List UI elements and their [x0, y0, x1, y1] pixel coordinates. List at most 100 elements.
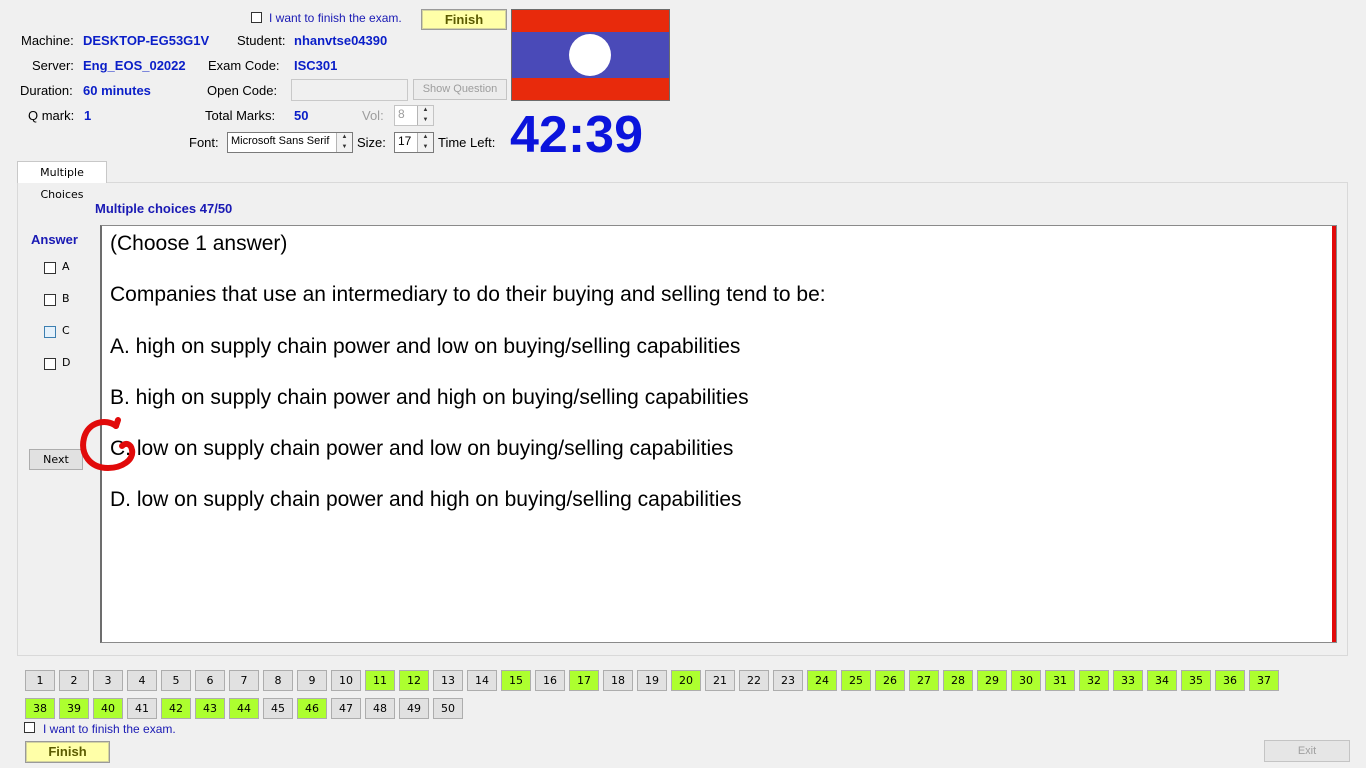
question-nav-button[interactable]: 4: [127, 670, 157, 691]
scroll-indicator-bar: [1332, 226, 1336, 642]
font-label: Font:: [189, 135, 219, 150]
server-value: Eng_EOS_02022: [83, 58, 186, 73]
choice-d-text: D. low on supply chain power and high on…: [110, 488, 742, 511]
machine-value: DESKTOP-EG53G1V: [83, 33, 210, 48]
question-nav-button[interactable]: 13: [433, 670, 463, 691]
question-nav-button[interactable]: 31: [1045, 670, 1075, 691]
exit-button[interactable]: Exit: [1264, 740, 1350, 762]
answer-a-label: A: [62, 260, 70, 273]
laos-flag-icon: [512, 10, 669, 100]
question-nav-button[interactable]: 19: [637, 670, 667, 691]
font-value: Microsoft Sans Serif: [231, 135, 330, 147]
choice-c-text: C. low on supply chain power and low on …: [110, 437, 734, 460]
question-nav-button[interactable]: 41: [127, 698, 157, 719]
total-marks-label: Total Marks:: [205, 108, 276, 123]
qmark-label: Q mark:: [28, 108, 75, 123]
vol-spinner-arrows[interactable]: ▲ ▼: [417, 106, 433, 125]
question-nav-button[interactable]: 47: [331, 698, 361, 719]
question-nav-button[interactable]: 22: [739, 670, 769, 691]
open-code-label: Open Code:: [207, 83, 278, 98]
question-nav-button[interactable]: 35: [1181, 670, 1211, 691]
question-nav-button[interactable]: 1: [25, 670, 55, 691]
question-nav-button[interactable]: 48: [365, 698, 395, 719]
time-left-value: 42:39: [510, 106, 643, 164]
finish-button-bottom[interactable]: Finish: [25, 741, 110, 763]
qmark-value: 1: [84, 108, 92, 123]
size-spinner-arrows[interactable]: ▲ ▼: [417, 133, 433, 152]
question-nav-button[interactable]: 46: [297, 698, 327, 719]
answer-d-label: D: [62, 356, 71, 369]
question-nav-button[interactable]: 3: [93, 670, 123, 691]
question-nav-button[interactable]: 28: [943, 670, 973, 691]
question-nav-button[interactable]: 2: [59, 670, 89, 691]
question-nav-button[interactable]: 27: [909, 670, 939, 691]
question-nav-button[interactable]: 14: [467, 670, 497, 691]
finish-exam-checkbox-bottom[interactable]: [24, 722, 35, 733]
question-nav-button[interactable]: 21: [705, 670, 735, 691]
question-nav-button[interactable]: 16: [535, 670, 565, 691]
tab-multiple-choices[interactable]: Multiple Choices: [17, 161, 107, 201]
question-nav-button[interactable]: 26: [875, 670, 905, 691]
question-nav-button[interactable]: 15: [501, 670, 531, 691]
finish-exam-label-top: I want to finish the exam.: [269, 11, 402, 25]
student-label: Student:: [237, 33, 286, 48]
vol-label: Vol:: [362, 108, 384, 123]
choice-a-text: A. high on supply chain power and low on…: [110, 335, 741, 358]
question-nav-button[interactable]: 40: [93, 698, 123, 719]
question-nav-button[interactable]: 43: [195, 698, 225, 719]
question-nav-button[interactable]: 34: [1147, 670, 1177, 691]
red-circle-annotation: [80, 417, 136, 472]
question-nav-button[interactable]: 36: [1215, 670, 1245, 691]
finish-exam-checkbox-top[interactable]: [251, 12, 262, 23]
open-code-input[interactable]: [291, 79, 408, 101]
exam-code-value: ISC301: [294, 58, 338, 73]
finish-button-top[interactable]: Finish: [421, 9, 507, 30]
question-nav-button[interactable]: 11: [365, 670, 395, 691]
font-spinner-arrows[interactable]: ▲ ▼: [336, 133, 352, 152]
question-nav-button[interactable]: 37: [1249, 670, 1279, 691]
answer-b-label: B: [62, 292, 70, 305]
question-nav-button[interactable]: 25: [841, 670, 871, 691]
question-nav-button[interactable]: 32: [1079, 670, 1109, 691]
question-stem: Companies that use an intermediary to do…: [110, 283, 826, 306]
question-nav-button[interactable]: 10: [331, 670, 361, 691]
question-nav-button[interactable]: 44: [229, 698, 259, 719]
question-nav-button[interactable]: 45: [263, 698, 293, 719]
choice-b-text: B. high on supply chain power and high o…: [110, 386, 749, 409]
question-nav-button[interactable]: 7: [229, 670, 259, 691]
duration-value: 60 minutes: [83, 83, 151, 98]
question-nav-button[interactable]: 50: [433, 698, 463, 719]
font-select[interactable]: Microsoft Sans Serif ▲ ▼: [227, 132, 353, 153]
answer-c-label: C: [62, 324, 70, 337]
question-nav-button[interactable]: 12: [399, 670, 429, 691]
question-nav-button[interactable]: 38: [25, 698, 55, 719]
question-nav-button[interactable]: 18: [603, 670, 633, 691]
answer-c-checkbox[interactable]: [44, 326, 56, 338]
vol-spinner[interactable]: 8 ▲ ▼: [394, 105, 434, 126]
question-nav-button[interactable]: 5: [161, 670, 191, 691]
question-nav-button[interactable]: 17: [569, 670, 599, 691]
question-nav-button[interactable]: 39: [59, 698, 89, 719]
question-nav-button[interactable]: 29: [977, 670, 1007, 691]
finish-exam-label-bottom: I want to finish the exam.: [43, 722, 176, 736]
machine-label: Machine:: [21, 33, 74, 48]
question-nav-button[interactable]: 33: [1113, 670, 1143, 691]
question-nav-button[interactable]: 42: [161, 698, 191, 719]
answer-a-checkbox[interactable]: [44, 262, 56, 274]
question-nav-button[interactable]: 49: [399, 698, 429, 719]
size-spinner[interactable]: 17 ▲ ▼: [394, 132, 434, 153]
question-nav-button[interactable]: 6: [195, 670, 225, 691]
question-nav-button[interactable]: 9: [297, 670, 327, 691]
answer-b-checkbox[interactable]: [44, 294, 56, 306]
answer-label: Answer: [31, 232, 78, 247]
question-nav-button[interactable]: 20: [671, 670, 701, 691]
answer-d-checkbox[interactable]: [44, 358, 56, 370]
show-question-button[interactable]: Show Question: [413, 79, 507, 100]
server-label: Server:: [32, 58, 74, 73]
next-button[interactable]: Next: [29, 449, 83, 470]
question-nav-button[interactable]: 23: [773, 670, 803, 691]
question-nav-button[interactable]: 24: [807, 670, 837, 691]
question-nav-button[interactable]: 30: [1011, 670, 1041, 691]
size-value: 17: [398, 134, 412, 148]
question-nav-button[interactable]: 8: [263, 670, 293, 691]
